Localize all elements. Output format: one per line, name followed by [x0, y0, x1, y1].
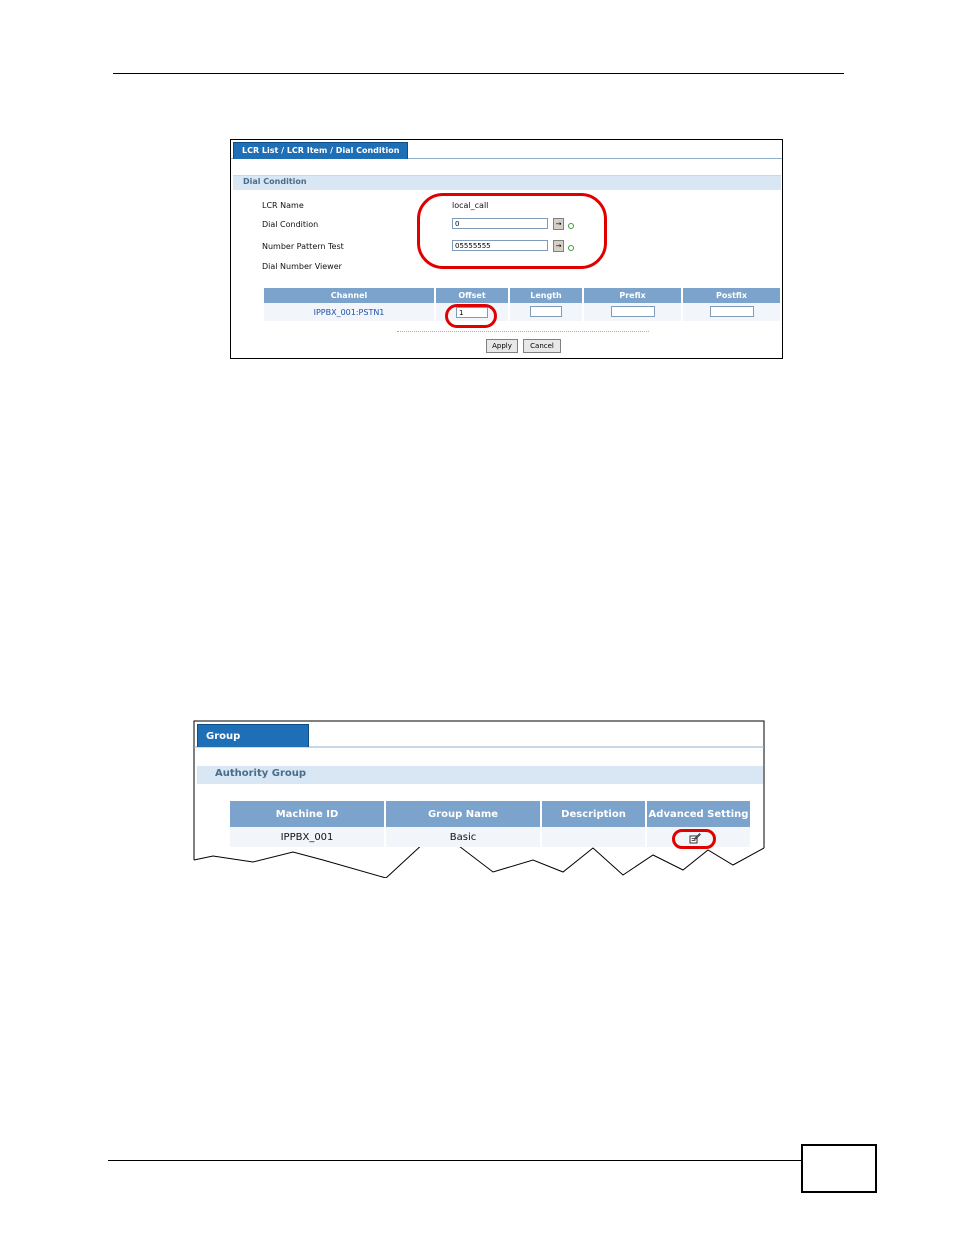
- cancel-button[interactable]: Cancel: [523, 339, 561, 353]
- prefix-input[interactable]: [610, 305, 655, 317]
- col-advanced-setting: Advanced Setting: [647, 801, 750, 827]
- table-row: IPPBX_001:PSTN1 1: [264, 303, 780, 321]
- highlight-oval: [445, 304, 497, 328]
- section-title: Authority Group: [215, 768, 307, 779]
- dial-condition-screenshot: LCR List / LCR Item / Dial Condition Dia…: [230, 139, 783, 359]
- divider: [397, 331, 649, 332]
- col-postfix: Postfix: [683, 288, 780, 303]
- dial-condition-label: Dial Condition: [262, 220, 319, 229]
- length-input[interactable]: [530, 305, 562, 317]
- col-description: Description: [542, 801, 645, 827]
- col-prefix: Prefix: [584, 288, 681, 303]
- tab-dial-condition[interactable]: LCR List / LCR Item / Dial Condition: [233, 142, 409, 159]
- number-pattern-label: Number Pattern Test: [262, 242, 344, 251]
- col-length: Length: [510, 288, 582, 303]
- col-group-name: Group Name: [386, 801, 540, 827]
- group-name-cell: Basic: [386, 827, 540, 847]
- col-machine-id: Machine ID: [230, 801, 384, 827]
- section-title: Dial Condition: [243, 177, 307, 186]
- apply-button[interactable]: Apply: [486, 339, 518, 353]
- tab-group-management[interactable]: Group Management: [197, 724, 309, 765]
- channel-link[interactable]: IPPBX_001:PSTN1: [314, 308, 385, 317]
- channel-table: Channel Offset Length Prefix Postfix IPP…: [262, 288, 782, 321]
- description-cell: [542, 827, 645, 847]
- postfix-input[interactable]: [709, 305, 754, 317]
- col-offset: Offset: [436, 288, 508, 303]
- header-rule: [113, 73, 844, 74]
- section-bar: Dial Condition: [233, 175, 781, 190]
- machine-id-cell: IPPBX_001: [230, 827, 384, 847]
- col-channel: Channel: [264, 288, 434, 303]
- section-bar: Authority Group: [197, 766, 763, 784]
- group-management-screenshot: Group Management Authority Group Machine…: [193, 720, 765, 878]
- highlight-oval: [672, 829, 716, 849]
- lcr-name-label: LCR Name: [262, 201, 304, 210]
- highlight-oval: [417, 193, 607, 269]
- page-number-box: [801, 1144, 877, 1193]
- dial-number-viewer-label: Dial Number Viewer: [262, 262, 342, 271]
- footer-rule: [108, 1160, 802, 1161]
